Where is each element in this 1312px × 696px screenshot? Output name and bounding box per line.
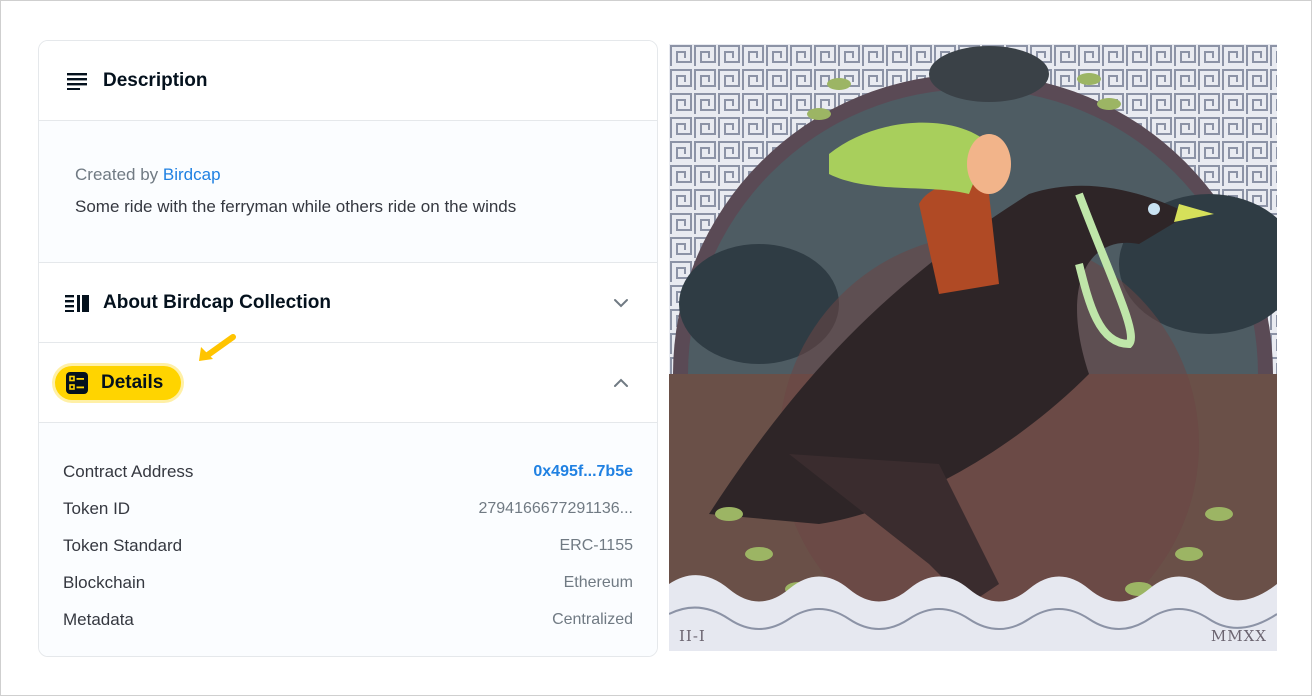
detail-key: Metadata bbox=[63, 609, 134, 629]
token-id-value: 279416667729​1136... bbox=[478, 499, 633, 517]
item-info-panel: Description Created by Birdcap Some ride… bbox=[38, 40, 658, 657]
detail-key: Token ID bbox=[63, 498, 131, 518]
created-by-label: Created by bbox=[75, 165, 159, 184]
description-lines-icon bbox=[65, 69, 89, 93]
about-collection-title: About Birdcap Collection bbox=[103, 291, 331, 313]
details-body: Contract Address 0x495f...7b5e Token ID … bbox=[39, 423, 657, 656]
detail-row-token-standard: Token Standard ERC-1155 bbox=[63, 527, 633, 564]
collection-list-icon bbox=[65, 291, 89, 315]
details-header[interactable]: Details bbox=[39, 343, 657, 423]
details-card-icon bbox=[65, 371, 89, 395]
nft-artwork[interactable]: II-I MMXX bbox=[669, 44, 1277, 651]
contract-address-link[interactable]: 0x495f...7b5e bbox=[533, 463, 633, 481]
detail-row-metadata: Metadata Centralized bbox=[63, 601, 633, 638]
about-collection-header[interactable]: About Birdcap Collection bbox=[39, 263, 657, 343]
artwork-caption-right: MMXX bbox=[1210, 627, 1267, 645]
metadata-value: Centralized bbox=[552, 610, 633, 628]
description-body: Created by Birdcap Some ride with the fe… bbox=[39, 121, 657, 263]
details-highlight: Details bbox=[55, 365, 182, 400]
detail-row-contract: Contract Address 0x495f...7b5e bbox=[63, 453, 633, 490]
annotation-arrow-icon bbox=[199, 334, 236, 361]
description-title: Description bbox=[103, 69, 208, 91]
chevron-down-icon[interactable] bbox=[611, 293, 631, 313]
detail-row-blockchain: Blockchain Ethereum bbox=[63, 564, 633, 601]
detail-key: Blockchain bbox=[63, 572, 146, 592]
blockchain-value: Ethereum bbox=[563, 573, 633, 591]
detail-key: Contract Address bbox=[63, 461, 194, 481]
token-standard-value: ERC-1155 bbox=[559, 536, 633, 554]
detail-key: Token Standard bbox=[63, 535, 183, 555]
artwork-caption-left: II-I bbox=[679, 627, 706, 645]
description-header[interactable]: Description bbox=[39, 41, 657, 121]
detail-row-token-id: Token ID 279416667729​1136... bbox=[63, 490, 633, 527]
chevron-up-icon[interactable] bbox=[611, 373, 631, 393]
creator-link[interactable]: Birdcap bbox=[163, 165, 221, 184]
details-title: Details bbox=[101, 371, 164, 393]
description-text: Some ride with the ferryman while others… bbox=[75, 197, 517, 216]
